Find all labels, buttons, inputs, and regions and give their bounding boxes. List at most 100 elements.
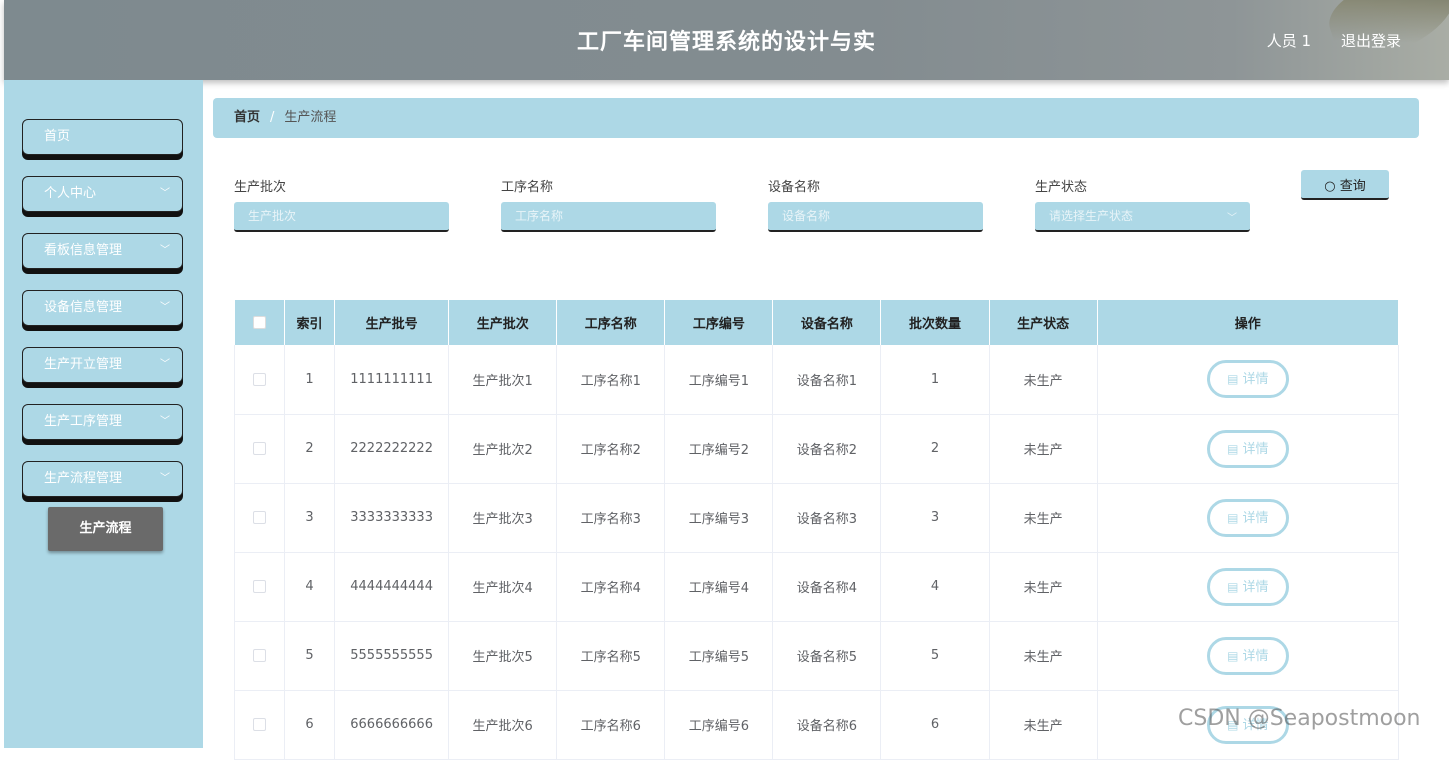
row-checkbox[interactable] — [233, 345, 286, 415]
chevron-down-icon: ﹀ — [160, 473, 170, 484]
detail-button[interactable]: ▤ 详情 — [1206, 636, 1289, 675]
col-process-name: 工序名称 — [556, 300, 666, 345]
col-batch-no: 生产批号 — [334, 300, 450, 345]
sidebar-item-label: 生产流程管理 — [44, 471, 123, 486]
col-device-name: 设备名称 — [772, 300, 882, 345]
sidebar-item-flow[interactable]: 生产流程管理 ﹀ — [22, 461, 183, 497]
col-process-no: 工序编号 — [664, 300, 774, 345]
detail-button-label: 详情 — [1242, 441, 1269, 457]
row-checkbox[interactable] — [233, 621, 286, 691]
cell-quantity: 5 — [880, 621, 990, 691]
sidebar-item-production-open[interactable]: 生产开立管理 ﹀ — [22, 347, 183, 383]
row-checkbox[interactable] — [233, 690, 286, 760]
status-select[interactable] — [1035, 202, 1250, 232]
cell-index: 3 — [284, 483, 336, 553]
device-name-input[interactable] — [768, 202, 983, 232]
detail-button-label: 详情 — [1242, 372, 1269, 388]
cell-batch-no: 4444444444 — [334, 552, 450, 622]
cell-device-name: 设备名称2 — [772, 414, 882, 484]
cell-device-name: 设备名称1 — [772, 345, 882, 415]
cell-process-name: 工序名称6 — [556, 690, 666, 760]
cell-batch: 生产批次4 — [448, 552, 558, 622]
current-user[interactable]: 人员 1 — [1267, 30, 1311, 51]
sidebar-item-label: 首页 — [44, 129, 71, 144]
sidebar-item-label: 看板信息管理 — [44, 243, 123, 258]
table-row: 5 5555555555 生产批次5 工序名称5 工序编号5 设备名称5 5 未生产 ▤ 详情 — [233, 621, 1400, 691]
cell-process-no: 工序编号6 — [664, 690, 774, 760]
production-flow-table: 索引 生产批号 生产批次 工序名称 工序编号 设备名称 批次数量 生产状态 操作… — [233, 300, 1400, 760]
col-status: 生产状态 — [989, 300, 1098, 345]
cell-process-name: 工序名称2 — [556, 414, 666, 484]
cell-status: 未生产 — [989, 621, 1098, 691]
sidebar-item-profile[interactable]: 个人中心 ﹀ — [22, 176, 183, 212]
cell-status: 未生产 — [989, 345, 1098, 415]
chevron-down-icon: ﹀ — [160, 188, 170, 199]
breadcrumb: 首页 / 生产流程 — [213, 98, 1419, 138]
process-name-label: 工序名称 — [501, 180, 554, 195]
cell-index: 5 — [284, 621, 336, 691]
cell-quantity: 3 — [880, 483, 990, 553]
detail-button-label: 详情 — [1242, 579, 1269, 595]
breadcrumb-separator: / — [270, 110, 275, 125]
chevron-down-icon: ﹀ — [160, 359, 170, 370]
detail-button-label: 详情 — [1242, 510, 1269, 526]
cell-index: 2 — [284, 414, 336, 484]
cell-actions: ▤ 详情 — [1097, 621, 1400, 691]
status-label: 生产状态 — [1035, 180, 1088, 195]
cell-process-name: 工序名称4 — [556, 552, 666, 622]
document-icon: ▤ — [1227, 579, 1239, 594]
select-all-checkbox[interactable] — [234, 300, 286, 345]
cell-process-no: 工序编号4 — [664, 552, 774, 622]
sidebar-item-process[interactable]: 生产工序管理 ﹀ — [22, 404, 183, 440]
submenu-item-production-flow[interactable]: 生产流程 — [48, 507, 163, 551]
detail-button[interactable]: ▤ 详情 — [1206, 498, 1289, 537]
cell-process-no: 工序编号1 — [664, 345, 774, 415]
chevron-down-icon: ﹀ — [160, 302, 170, 313]
cell-process-no: 工序编号3 — [664, 483, 774, 553]
col-index: 索引 — [284, 300, 336, 345]
cell-batch: 生产批次2 — [448, 414, 558, 484]
process-name-input[interactable] — [501, 202, 716, 232]
document-icon: ▤ — [1227, 441, 1239, 456]
table-header-row: 索引 生产批号 生产批次 工序名称 工序编号 设备名称 批次数量 生产状态 操作 — [234, 300, 1400, 345]
cell-index: 6 — [284, 690, 336, 760]
sidebar-item-home[interactable]: 首页 — [22, 119, 183, 155]
document-icon: ▤ — [1227, 372, 1239, 387]
cell-batch: 生产批次3 — [448, 483, 558, 553]
breadcrumb-home[interactable]: 首页 — [234, 110, 260, 125]
logout-link[interactable]: 退出登录 — [1341, 30, 1401, 51]
sidebar: 首页 个人中心 ﹀ 看板信息管理 ﹀ 设备信息管理 ﹀ 生产开立管理 ﹀ 生产工… — [4, 80, 203, 748]
cell-batch: 生产批次5 — [448, 621, 558, 691]
sidebar-item-dashboard[interactable]: 看板信息管理 ﹀ — [22, 233, 183, 269]
cell-batch: 生产批次6 — [448, 690, 558, 760]
cell-status: 未生产 — [989, 690, 1098, 760]
col-actions: 操作 — [1097, 300, 1400, 345]
table-row: 1 1111111111 生产批次1 工序名称1 工序编号1 设备名称1 1 未生产 ▤ 详情 — [233, 345, 1400, 415]
row-checkbox[interactable] — [233, 483, 286, 553]
cell-batch-no: 2222222222 — [334, 414, 450, 484]
col-quantity: 批次数量 — [880, 300, 990, 345]
detail-button-label: 详情 — [1242, 648, 1269, 664]
detail-button[interactable]: ▤ 详情 — [1206, 360, 1289, 399]
cell-device-name: 设备名称6 — [772, 690, 882, 760]
cell-batch-no: 3333333333 — [334, 483, 450, 553]
detail-button[interactable]: ▤ 详情 — [1206, 429, 1289, 468]
cell-batch-no: 5555555555 — [334, 621, 450, 691]
cell-index: 1 — [284, 345, 336, 415]
detail-button[interactable]: ▤ 详情 — [1206, 567, 1289, 606]
batch-label: 生产批次 — [234, 180, 287, 195]
row-checkbox[interactable] — [233, 552, 286, 622]
sidebar-item-label: 个人中心 — [44, 186, 97, 201]
cell-process-name: 工序名称3 — [556, 483, 666, 553]
cell-status: 未生产 — [989, 414, 1098, 484]
query-button[interactable]: ○ 查询 — [1301, 170, 1389, 200]
chevron-down-icon: ﹀ — [160, 245, 170, 256]
cell-process-name: 工序名称1 — [556, 345, 666, 415]
cell-actions: ▤ 详情 — [1097, 483, 1400, 553]
cell-device-name: 设备名称4 — [772, 552, 882, 622]
row-checkbox[interactable] — [233, 414, 286, 484]
table-row: 4 4444444444 生产批次4 工序名称4 工序编号4 设备名称4 4 未生产 ▤ 详情 — [233, 552, 1400, 622]
table-row: 3 3333333333 生产批次3 工序名称3 工序编号3 设备名称3 3 未生产 ▤ 详情 — [233, 483, 1400, 553]
sidebar-item-devices[interactable]: 设备信息管理 ﹀ — [22, 290, 183, 326]
batch-input[interactable] — [234, 202, 449, 232]
